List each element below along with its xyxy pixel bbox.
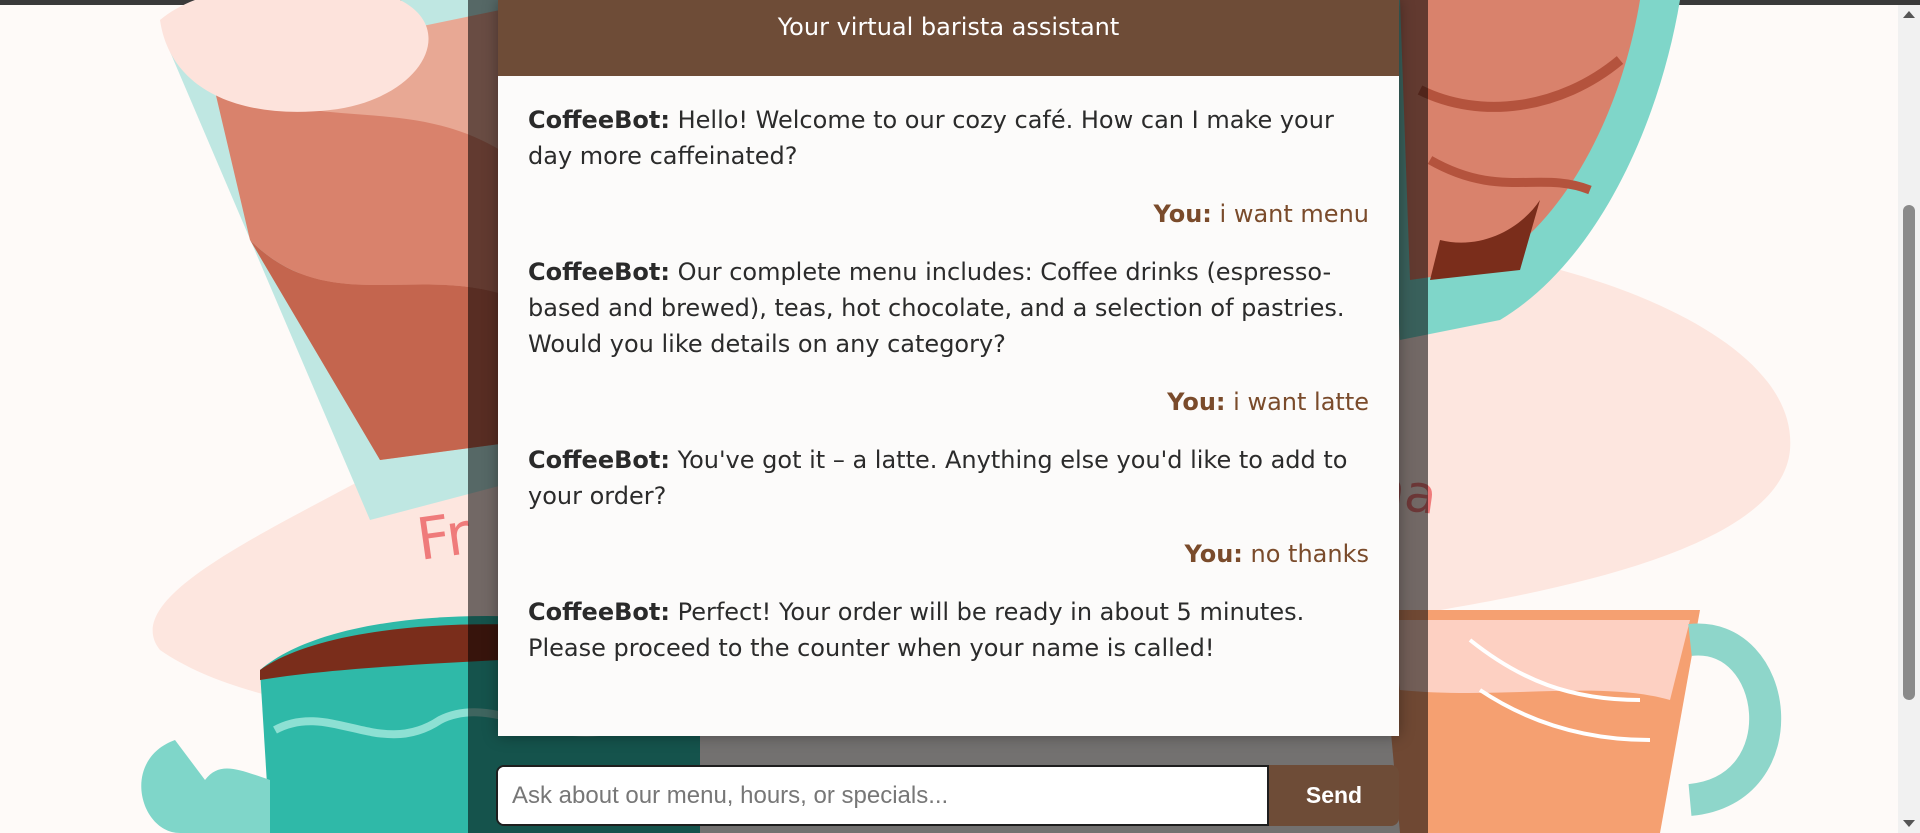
message-sender: CoffeeBot: [528,446,670,474]
chat-input-bar: Send [496,765,1399,826]
decor-text-left: Fr [412,499,474,574]
scroll-up-arrow-icon[interactable] [1903,11,1915,18]
chat-header: Your virtual barista assistant [498,0,1399,76]
send-button[interactable]: Send [1269,765,1399,826]
bot-message: CoffeeBot: You've got it – a latte. Anyt… [528,442,1369,514]
chat-message-input[interactable] [496,765,1269,826]
scroll-down-arrow-icon[interactable] [1903,820,1915,827]
bot-message: CoffeeBot: Our complete menu includes: C… [528,254,1369,362]
chat-panel: Your virtual barista assistant CoffeeBot… [498,0,1399,736]
message-sender: You: [1184,540,1243,568]
user-message: You: i want menu [528,196,1369,232]
page-scrollbar[interactable] [1898,5,1920,833]
message-sender: You: [1153,200,1212,228]
message-sender: CoffeeBot: [528,598,670,626]
message-text: i want latte [1233,388,1369,416]
bot-message: CoffeeBot: Perfect! Your order will be r… [528,594,1369,666]
message-sender: You: [1167,388,1226,416]
scrollbar-thumb[interactable] [1903,205,1915,700]
bot-message: CoffeeBot: Hello! Welcome to our cozy ca… [528,102,1369,174]
chat-header-title: Your virtual barista assistant [777,13,1120,41]
message-sender: CoffeeBot: [528,258,670,286]
message-list: CoffeeBot: Hello! Welcome to our cozy ca… [498,76,1399,666]
message-text: no thanks [1250,540,1369,568]
user-message: You: i want latte [528,384,1369,420]
user-message: You: no thanks [528,536,1369,572]
message-sender: CoffeeBot: [528,106,670,134]
message-text: i want menu [1219,200,1369,228]
